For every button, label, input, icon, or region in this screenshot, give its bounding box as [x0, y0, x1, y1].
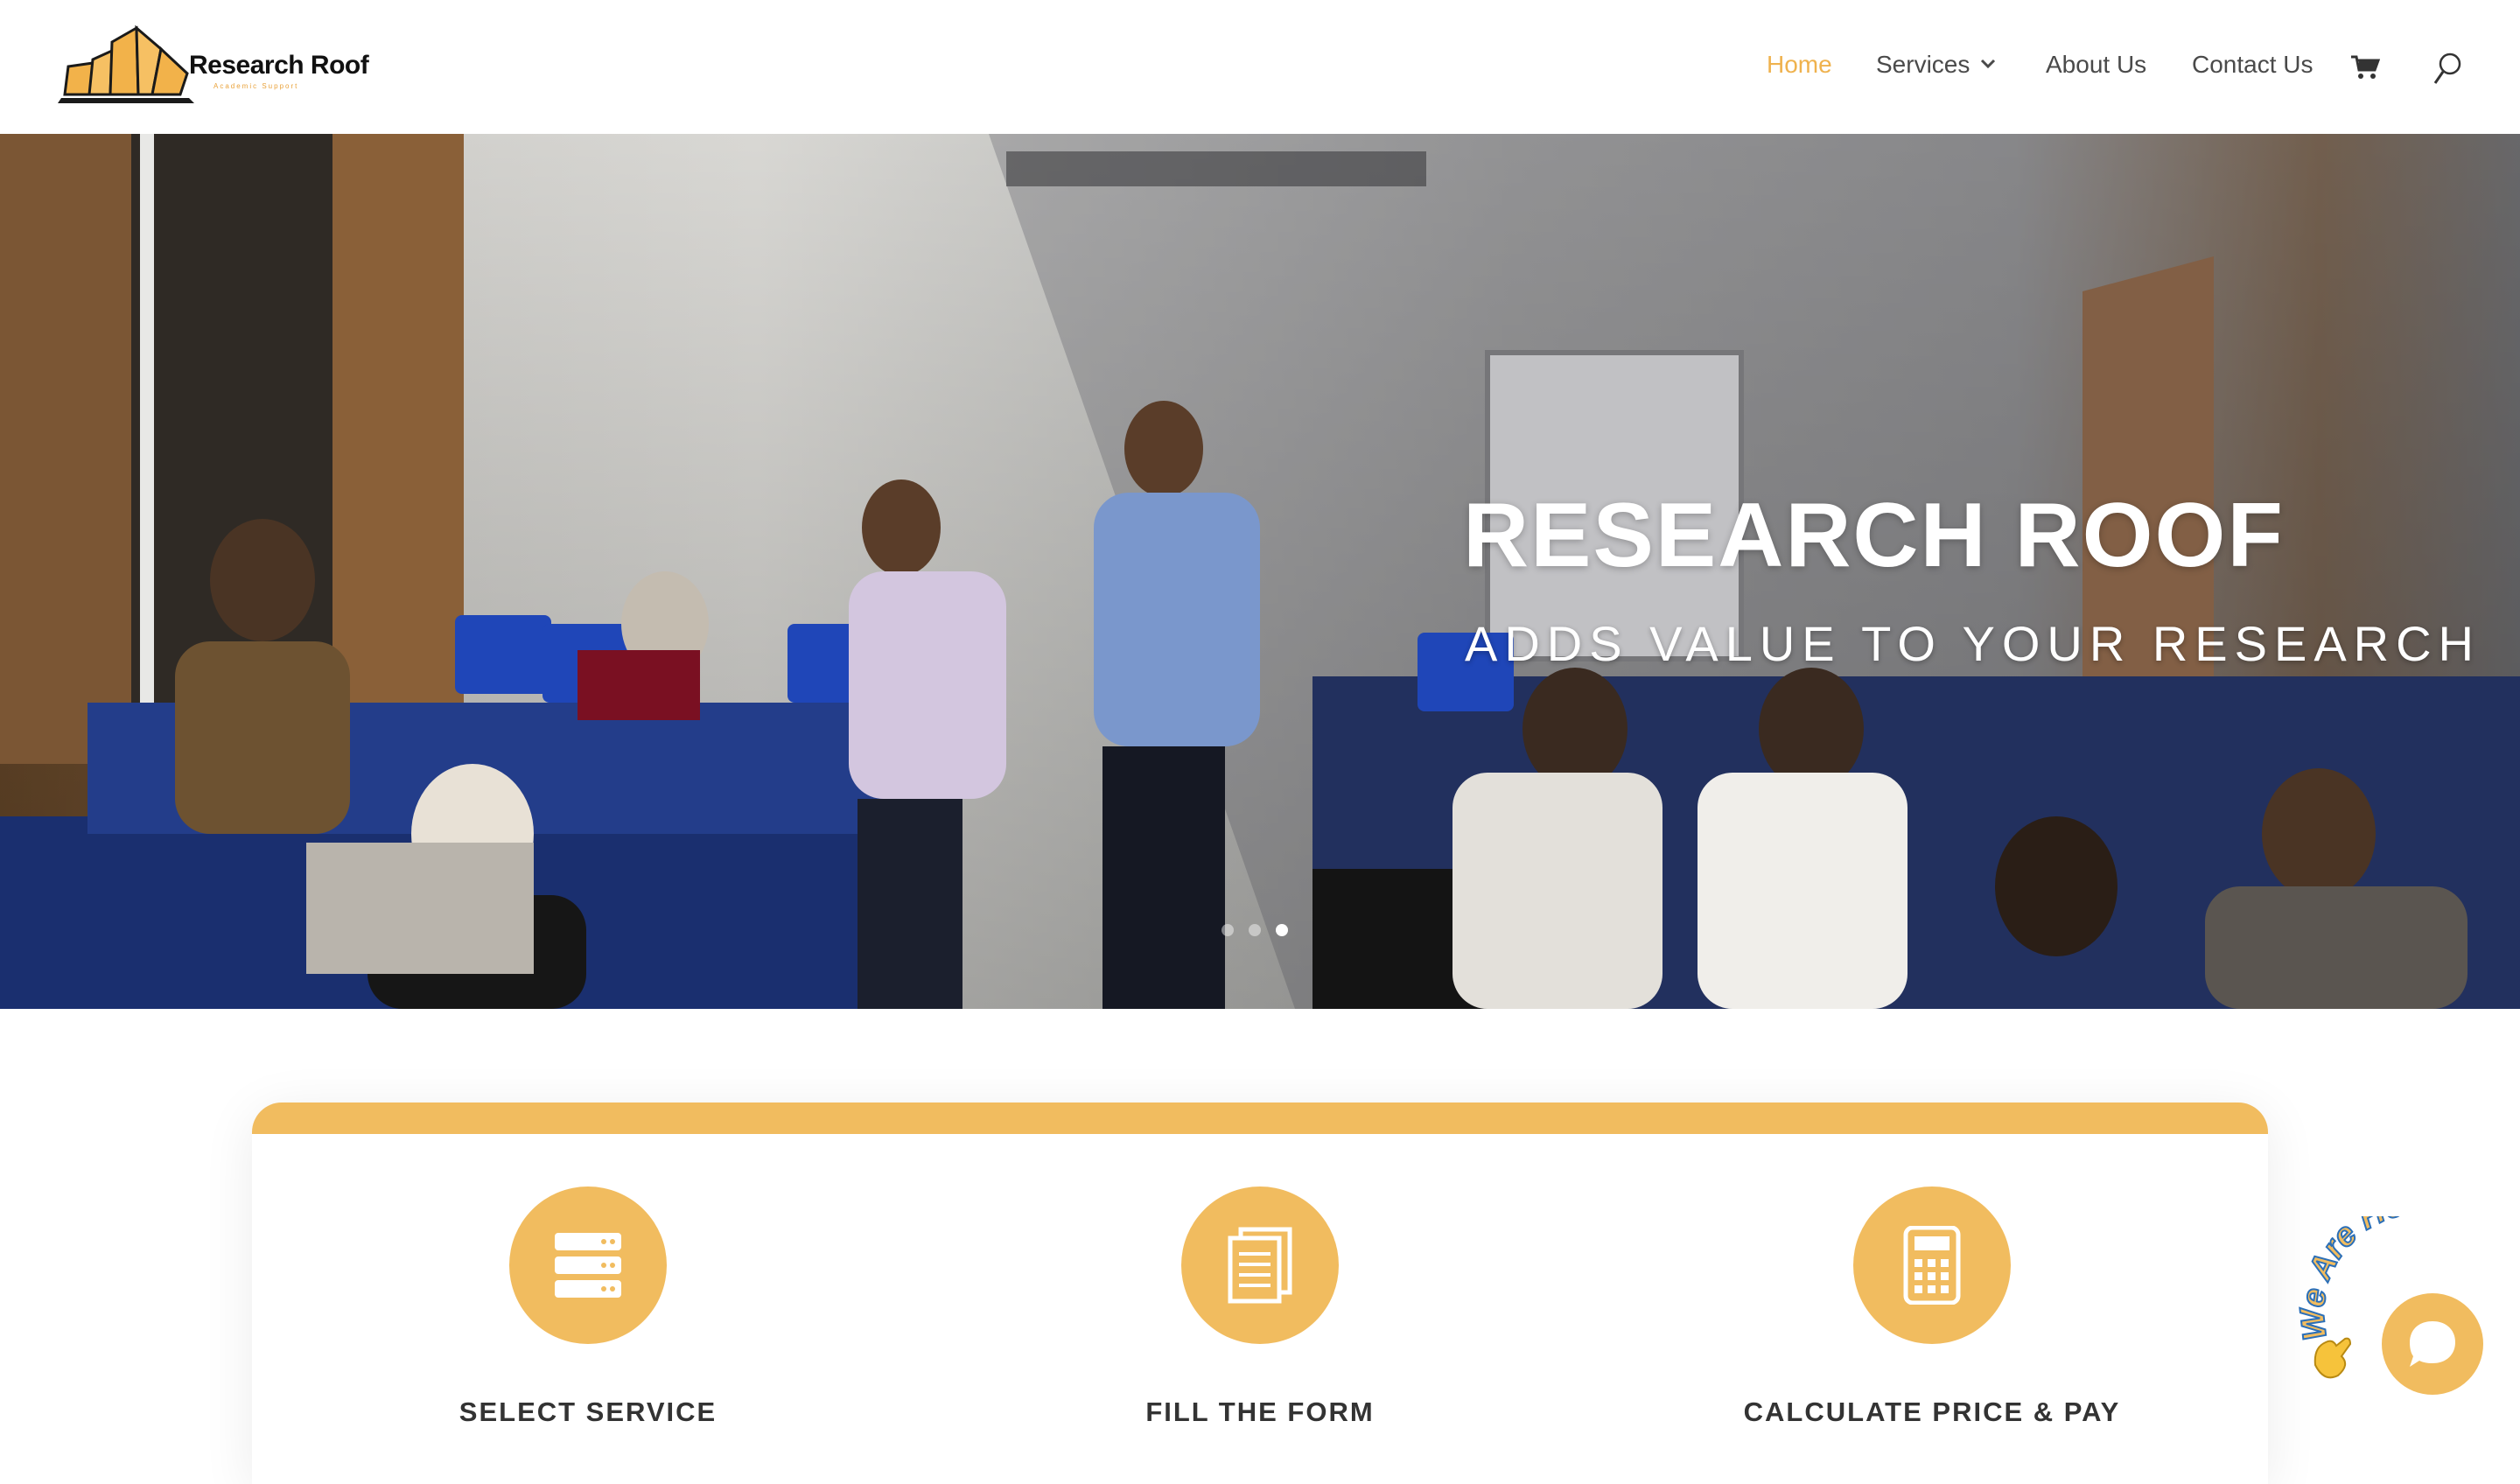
chat-widget[interactable]: We Are Here! [2292, 1216, 2520, 1432]
slider-dot-1[interactable] [1222, 924, 1234, 936]
step-label: CALCULATE PRICE & PAY [1743, 1396, 2121, 1427]
process-steps: SELECT SERVICE FILL THE FORM CALCULATE P… [252, 1102, 2268, 1484]
search-icon[interactable] [2432, 51, 2464, 86]
slider-dot-2[interactable] [1249, 924, 1261, 936]
step-fill-form: FILL THE FORM [998, 1134, 1522, 1466]
nav-about-us[interactable]: About Us [2046, 51, 2146, 79]
server-list-icon [555, 1233, 621, 1298]
hero-title: RESEARCH ROOF [1463, 485, 2285, 586]
step-label: FILL THE FORM [1145, 1396, 1375, 1427]
step-select-service: SELECT SERVICE [326, 1134, 850, 1466]
hero-subtitle: ADDS VALUE TO YOUR RESEARCH [1465, 616, 2481, 671]
document-icon [1228, 1227, 1292, 1304]
chevron-down-icon[interactable] [1979, 58, 1997, 70]
slider-pagination [1222, 924, 1288, 942]
nav-services[interactable]: Services [1876, 51, 1970, 79]
step-icon-circle [509, 1186, 667, 1344]
step-icon-circle [1181, 1186, 1339, 1344]
chat-open-button[interactable] [2382, 1293, 2483, 1395]
nav-home[interactable]: Home [1767, 51, 1832, 79]
nav-contact-us[interactable]: Contact Us [2192, 51, 2314, 79]
main-nav: Home Services About Us Contact Us [0, 51, 2520, 86]
waving-hand-icon [2314, 1337, 2352, 1379]
slider-dot-3[interactable] [1276, 924, 1288, 936]
chat-bubble-icon [2410, 1321, 2455, 1367]
site-header: Research Roof Academic Support Home Serv… [0, 0, 2520, 134]
step-calculate-pay: CALCULATE PRICE & PAY [1670, 1134, 2194, 1466]
hero-slider: RESEARCH ROOF ADDS VALUE TO YOUR RESEARC… [0, 134, 2520, 1009]
calculator-icon [1903, 1226, 1961, 1305]
step-label: SELECT SERVICE [458, 1396, 718, 1427]
step-icon-circle [1853, 1186, 2011, 1344]
cart-icon[interactable] [2350, 54, 2380, 80]
